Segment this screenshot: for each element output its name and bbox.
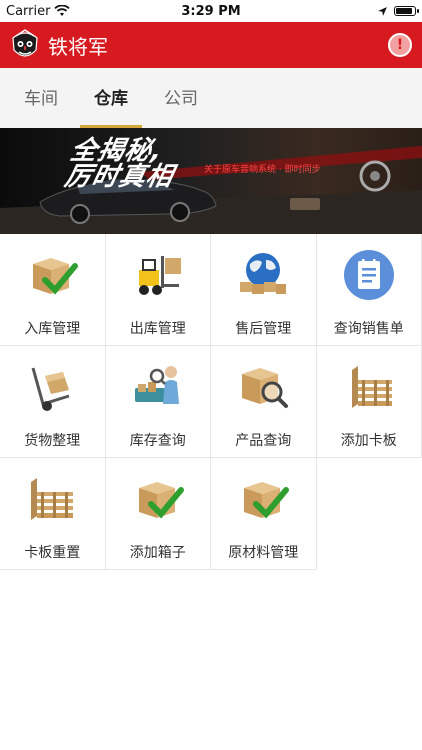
menu-item-label: 原材料管理 (228, 545, 299, 561)
box-check-icon (244, 482, 290, 519)
menu-item-label: 出库管理 (129, 321, 186, 337)
forklift-icon (138, 256, 181, 295)
menu-item-label: 添加卡板 (340, 433, 397, 449)
tab-warehouse[interactable]: 仓库 (76, 68, 146, 128)
box-magnifier-icon (242, 368, 289, 408)
menu-item-label: 售后管理 (235, 321, 292, 337)
menu-item-label: 查询销售单 (333, 321, 404, 337)
document-icon (343, 250, 394, 300)
menu-item-inbound[interactable]: 入库管理 (0, 234, 106, 346)
alert-icon: ! (396, 37, 404, 53)
status-bar: Carrier 3:29 PM (0, 0, 422, 22)
section-tabs: 车间 仓库 公司 (0, 68, 422, 128)
menu-item-add-box[interactable]: 添加箱子 (105, 458, 211, 570)
menu-item-product-query[interactable]: 产品查询 (211, 346, 317, 458)
menu-item-sales-query[interactable]: 查询销售单 (316, 234, 422, 346)
menu-item-outbound[interactable]: 出库管理 (105, 234, 211, 346)
tab-workshop[interactable]: 车间 (0, 68, 76, 128)
globe-boxes-icon (240, 253, 287, 294)
menu-item-inventory-query[interactable]: 库存查询 (105, 346, 211, 458)
menu-item-label: 库存查询 (129, 433, 186, 449)
menu-item-label: 产品查询 (235, 433, 292, 449)
app-header: 铁将军 ! (0, 22, 422, 68)
menu-grid: 入库管理 出库管理 售后管理 查询销售单 货物整理 库存查询 产品查询 添加卡板… (0, 234, 422, 570)
clock: 3:29 PM (181, 3, 241, 19)
menu-item-add-pallet[interactable]: 添加卡板 (316, 346, 422, 458)
menu-item-label: 卡板重置 (24, 545, 81, 561)
app-title: 铁将军 (48, 34, 108, 59)
promo-banner[interactable]: 全揭秘, 厉时真相 关于原车音响系统 · 即时同步 (0, 128, 422, 234)
battery-icon (394, 6, 419, 16)
pallet-icon (31, 478, 74, 520)
menu-item-raw-materials[interactable]: 原材料管理 (211, 458, 317, 570)
menu-item-pallet-reset[interactable]: 卡板重置 (0, 458, 106, 570)
banner-subtext: 关于原车音响系统 · 即时同步 (204, 165, 321, 175)
box-check-icon (138, 482, 184, 519)
menu-item-label: 入库管理 (24, 321, 81, 337)
general-mask-logo-icon (12, 29, 38, 57)
banner-headline: 全揭秘, 厉时真相 (62, 136, 177, 192)
box-check-icon (33, 258, 79, 295)
menu-item-label: 货物整理 (24, 433, 81, 449)
tab-company[interactable]: 公司 (146, 68, 216, 128)
inventory-person-icon (134, 366, 179, 404)
menu-item-label: 添加箱子 (129, 545, 186, 561)
alert-button[interactable]: ! (388, 33, 412, 57)
menu-item-after-sales[interactable]: 售后管理 (211, 234, 317, 346)
grid-empty-cell (316, 458, 422, 570)
hand-truck-icon (31, 367, 70, 411)
menu-item-goods-arrange[interactable]: 货物整理 (0, 346, 106, 458)
pallet-icon (351, 366, 392, 408)
